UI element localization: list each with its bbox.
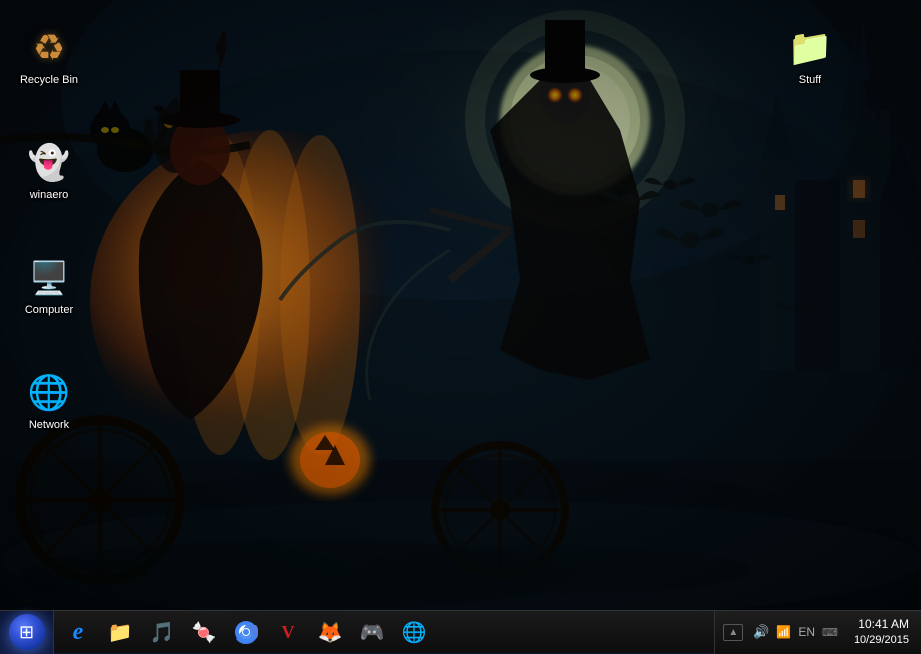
- tray-icons-group: 🔊 📶 EN ⌨: [751, 622, 846, 642]
- taskbar-ie-icon[interactable]: e: [58, 612, 98, 652]
- network-icon[interactable]: Network: [9, 365, 89, 436]
- recycle-bin-image: [25, 24, 73, 72]
- stuff-folder-icon[interactable]: Stuff: [770, 20, 850, 91]
- clock-area[interactable]: 10:41 AM 10/29/2015: [850, 615, 913, 649]
- taskbar-vivaldi-icon[interactable]: V: [268, 612, 308, 652]
- network-label: Network: [29, 419, 69, 432]
- computer-label: Computer: [25, 304, 73, 317]
- tray-volume-icon[interactable]: 🔊: [751, 622, 771, 642]
- recycle-bin-icon[interactable]: Recycle Bin: [9, 20, 89, 91]
- winaero-icon[interactable]: winaero: [9, 135, 89, 206]
- stuff-folder-image: [786, 24, 834, 72]
- taskbar-network2-icon[interactable]: 🌐: [394, 612, 434, 652]
- network-image: [25, 369, 73, 417]
- desktop: Recycle Bin winaero Computer Network Stu…: [0, 0, 921, 610]
- tray-show-hidden-button[interactable]: ▲: [723, 624, 743, 641]
- clock-date: 10/29/2015: [854, 633, 909, 647]
- stuff-label: Stuff: [799, 74, 821, 87]
- taskbar-chrome-icon[interactable]: [226, 612, 266, 652]
- system-tray: ▲ 🔊 📶 EN ⌨ 10:41 AM 10/29/2015: [714, 611, 921, 654]
- background-scene: [0, 0, 921, 610]
- taskbar-mediaplayer-icon[interactable]: 🎵: [142, 612, 182, 652]
- taskbar-candy-icon[interactable]: 🍬: [184, 612, 224, 652]
- taskbar-icons-area: e 📁 🎵 🍬 V 🦊 🎮 🌐: [54, 611, 714, 654]
- winaero-image: [25, 139, 73, 187]
- start-button[interactable]: [0, 611, 54, 654]
- taskbar-explorer-icon[interactable]: 📁: [100, 612, 140, 652]
- tray-keyboard-icon[interactable]: ⌨: [820, 624, 840, 641]
- tray-network-icon[interactable]: 📶: [774, 623, 793, 641]
- clock-time: 10:41 AM: [858, 617, 909, 633]
- recycle-bin-label: Recycle Bin: [20, 74, 78, 87]
- taskbar-app-icon[interactable]: 🎮: [352, 612, 392, 652]
- winaero-label: winaero: [30, 189, 69, 202]
- tray-flag-icon[interactable]: EN: [796, 623, 817, 641]
- taskbar: e 📁 🎵 🍬 V 🦊 🎮 🌐 ▲ 🔊 📶 EN: [0, 610, 921, 653]
- start-orb: [9, 614, 45, 650]
- computer-image: [25, 254, 73, 302]
- computer-icon[interactable]: Computer: [9, 250, 89, 321]
- taskbar-firefox-icon[interactable]: 🦊: [310, 612, 350, 652]
